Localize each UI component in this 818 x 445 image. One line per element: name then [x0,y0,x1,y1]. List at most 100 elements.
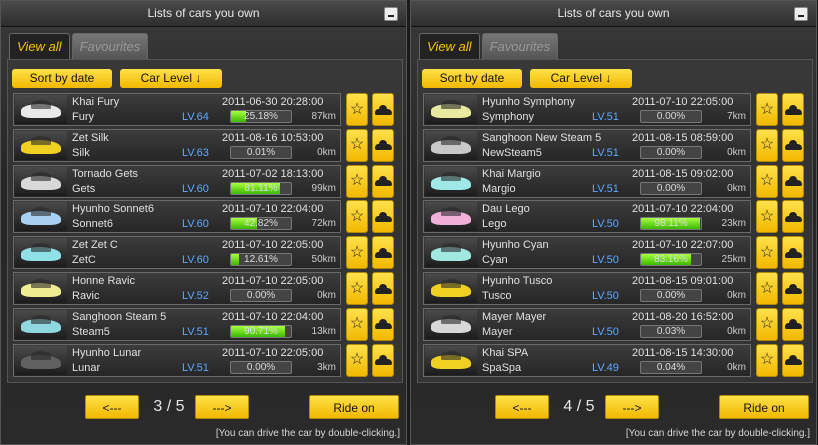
drive-car-button[interactable] [372,307,394,341]
favourite-star-button[interactable]: ☆ [756,272,778,305]
condition-bar: 25.18% [230,110,292,123]
sort-by-level-button[interactable]: Car Level ↓ [530,69,632,88]
sort-by-date-button[interactable]: Sort by date [12,69,112,88]
favourite-star-button[interactable]: ☆ [346,307,368,341]
car-thumbnail [425,166,477,196]
car-row[interactable]: Khai Fury Fury LV.64 2011-06-30 20:28:00… [13,93,341,126]
car-level: LV.60 [182,254,209,267]
drive-car-button[interactable] [372,200,394,234]
car-row[interactable]: Hyunho Cyan Cyan LV.50 2011-07-10 22:07:… [423,236,751,270]
car-row[interactable]: Dau Lego Lego LV.50 2011-07-10 22:04:00 … [423,200,751,234]
favourite-star-button[interactable]: ☆ [756,236,778,270]
favourite-star-button[interactable]: ☆ [756,200,778,234]
sort-by-level-button[interactable]: Car Level ↓ [120,69,222,88]
drive-car-button[interactable] [372,236,394,270]
drive-car-button[interactable] [782,343,804,377]
tab-view-all[interactable]: View all [419,33,480,59]
car-row[interactable]: Honne Ravic Ravic LV.52 2011-07-10 22:05… [13,272,341,305]
ride-on-button[interactable]: Ride on [719,395,809,419]
car-mileage: 7km [727,111,746,122]
car-mileage: 25km [721,254,746,266]
car-mileage: 99km [311,182,336,194]
car-row[interactable]: Khai SPA SpaSpa LV.49 2011-08-15 14:30:0… [423,343,751,377]
car-row[interactable]: Hyunho Tusco Tusco LV.50 2011-08-15 09:0… [423,272,751,305]
condition-bar: 0.00% [640,145,702,159]
car-row[interactable]: Mayer Mayer Mayer LV.50 2011-08-20 16:52… [423,307,751,341]
favourite-star-button[interactable]: ☆ [756,164,778,198]
car-icon [784,319,802,330]
star-icon: ☆ [349,351,365,369]
drive-car-button[interactable] [782,128,804,162]
drive-car-button[interactable] [782,307,804,341]
favourite-star-button[interactable]: ☆ [346,164,368,198]
tab-favourites[interactable]: Favourites [71,33,149,59]
car-date: 2011-08-15 09:02:00 [632,167,734,180]
drive-car-button[interactable] [372,343,394,377]
car-row[interactable]: Khai Margio Margio LV.51 2011-08-15 09:0… [423,164,751,198]
drive-car-button[interactable] [782,272,804,305]
drive-car-button[interactable] [372,128,394,162]
star-icon: ☆ [759,243,775,261]
car-row[interactable]: Hyunho Sonnet6 Sonnet6 LV.60 2011-07-10 … [13,200,341,234]
favourite-star-button[interactable]: ☆ [346,93,368,126]
star-icon: ☆ [349,207,365,225]
tab-favourites[interactable]: Favourites [481,33,559,59]
minimize-icon[interactable] [384,7,398,21]
condition-bar: 12.61% [230,253,292,267]
car-row[interactable]: Hyunho Symphony Symphony LV.51 2011-07-1… [423,93,751,126]
drive-car-button[interactable] [372,93,394,126]
car-mileage: 0km [727,182,746,194]
car-thumbnail [15,274,67,303]
favourite-star-button[interactable]: ☆ [346,236,368,270]
ride-on-button[interactable]: Ride on [309,395,399,419]
car-row[interactable]: Zet Zet C ZetC LV.60 2011-07-10 22:05:00… [13,236,341,270]
sort-by-date-button[interactable]: Sort by date [422,69,522,88]
car-full-name: Tornado Gets [72,167,139,180]
car-short-name: Fury [72,111,94,123]
car-row[interactable]: Tornado Gets Gets LV.60 2011-07-02 18:13… [13,164,341,198]
car-level: LV.52 [182,290,209,302]
car-full-name: Hyunho Lunar [72,346,142,359]
drive-car-button[interactable] [372,272,394,305]
car-row[interactable]: Zet Silk Silk LV.63 2011-08-16 10:53:00 … [13,128,341,162]
condition-bar: 81.11% [230,181,292,195]
car-row[interactable]: Sanghoon Steam 5 Steam5 LV.51 2011-07-10… [13,307,341,341]
next-page-button[interactable]: ---> [605,395,659,419]
drive-car-button[interactable] [782,93,804,126]
car-date: 2011-08-15 14:30:00 [632,346,734,359]
favourite-star-button[interactable]: ☆ [346,200,368,234]
favourite-star-button[interactable]: ☆ [756,307,778,341]
car-list-window-1: Lists of cars you own View all Favourite… [0,0,407,445]
car-mileage: 0km [317,290,336,301]
next-page-button[interactable]: ---> [195,395,249,419]
minimize-icon[interactable] [794,7,808,21]
tab-bar: View all Favourites [419,33,559,59]
drive-car-button[interactable] [782,200,804,234]
favourite-star-button[interactable]: ☆ [756,93,778,126]
tab-view-all[interactable]: View all [9,33,70,59]
car-short-name: Sonnet6 [72,218,113,231]
car-level: LV.50 [592,218,619,231]
car-short-name: Symphony [482,111,534,123]
car-icon [784,283,802,294]
car-icon [784,211,802,222]
star-icon: ☆ [759,172,775,190]
favourite-star-button[interactable]: ☆ [346,343,368,377]
car-date: 2011-07-10 22:04:00 [632,203,734,216]
drive-car-button[interactable] [372,164,394,198]
favourite-star-button[interactable]: ☆ [346,128,368,162]
car-row[interactable]: Hyunho Lunar Lunar LV.51 2011-07-10 22:0… [13,343,341,377]
prev-page-button[interactable]: <--- [85,395,139,419]
prev-page-button[interactable]: <--- [495,395,549,419]
car-row[interactable]: Sanghoon New Steam 5 NewSteam5 LV.51 201… [423,128,751,162]
drive-car-button[interactable] [782,236,804,270]
favourite-star-button[interactable]: ☆ [346,272,368,305]
car-full-name: Mayer Mayer [482,310,547,323]
favourite-star-button[interactable]: ☆ [756,343,778,377]
drive-car-button[interactable] [782,164,804,198]
car-date: 2011-07-02 18:13:00 [222,167,324,180]
favourite-star-button[interactable]: ☆ [756,128,778,162]
car-short-name: ZetC [72,254,96,267]
condition-percent: 90.71% [244,325,278,337]
car-short-name: Tusco [482,290,512,302]
